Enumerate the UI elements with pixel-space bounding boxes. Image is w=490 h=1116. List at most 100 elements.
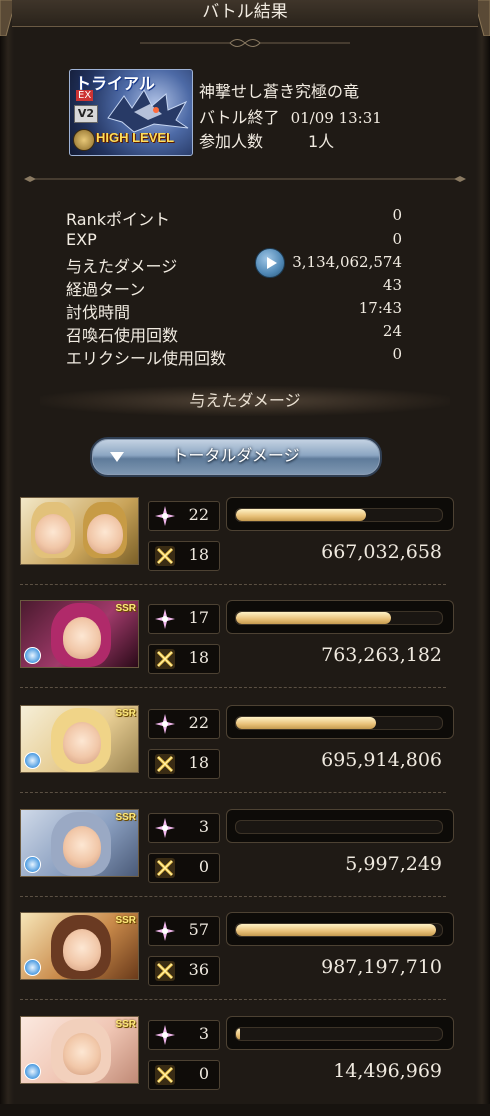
special-count-badge: 0 xyxy=(148,853,220,883)
character-portrait[interactable] xyxy=(20,497,139,565)
sparkle-icon xyxy=(155,818,175,838)
battle-end-line: バトル終了 01/09 13:31 xyxy=(199,104,382,128)
title-ornament xyxy=(140,39,350,47)
damage-bar xyxy=(226,809,454,843)
stat-value-time: 17:43 xyxy=(358,299,402,317)
damage-bar-track xyxy=(235,508,443,522)
rarity-badge: SSR xyxy=(115,915,136,926)
attack-count-badge: 22 xyxy=(148,709,220,739)
character-row[interactable]: SSR 3 0 14,496,969 xyxy=(20,1016,454,1116)
crossed-swords-icon xyxy=(155,754,175,774)
sparkle-icon xyxy=(155,714,175,734)
damage-value: 14,496,969 xyxy=(333,1060,442,1082)
stat-value-damage: 3,134,062,574 xyxy=(292,253,402,271)
attack-count: 22 xyxy=(188,505,209,524)
character-portrait[interactable]: SSR xyxy=(20,912,139,980)
attack-count: 22 xyxy=(188,713,209,732)
participants-value: 1人 xyxy=(308,132,335,151)
special-count: 18 xyxy=(188,648,209,667)
stat-value-rank-points: 0 xyxy=(392,206,402,224)
special-count: 36 xyxy=(188,960,209,979)
stat-label-rank-points: Rankポイント xyxy=(66,210,170,229)
stat-value-exp: 0 xyxy=(392,230,402,248)
character-row[interactable]: SSR 22 18 695,914,806 xyxy=(20,705,454,805)
banner-ex-tag: EX xyxy=(76,90,94,101)
level-emblem-icon xyxy=(73,129,95,151)
character-portrait[interactable]: SSR xyxy=(20,600,139,668)
attack-count: 3 xyxy=(198,817,209,836)
rarity-badge: SSR xyxy=(115,812,136,823)
special-count: 18 xyxy=(188,753,209,772)
character-portrait[interactable]: SSR xyxy=(20,705,139,773)
battle-end-time: 01/09 13:31 xyxy=(290,109,382,127)
page-title: バトル結果 xyxy=(12,0,478,27)
damage-value: 5,997,249 xyxy=(345,853,442,875)
character-face xyxy=(63,1033,101,1075)
damage-bar-fill xyxy=(236,612,391,624)
damage-bar-fill xyxy=(236,717,377,729)
stat-label-time: 討伐時間 xyxy=(66,303,131,322)
damage-value: 987,197,710 xyxy=(321,956,442,978)
attack-count-badge: 3 xyxy=(148,1020,220,1050)
sparkle-icon xyxy=(155,1025,175,1045)
rarity-badge: SSR xyxy=(115,1019,136,1030)
row-divider xyxy=(20,792,446,793)
damage-bar xyxy=(226,497,454,531)
damage-value: 763,263,182 xyxy=(321,644,442,666)
damage-value: 695,914,806 xyxy=(321,749,442,771)
special-count: 0 xyxy=(198,1064,209,1083)
sparkle-icon xyxy=(155,609,175,629)
special-count-badge: 18 xyxy=(148,541,220,571)
sparkle-icon xyxy=(155,921,175,941)
character-row[interactable]: SSR 3 0 5,997,249 xyxy=(20,809,454,909)
character-face xyxy=(35,514,71,554)
character-row[interactable]: 22 18 667,032,658 xyxy=(20,497,454,597)
row-divider xyxy=(20,999,446,1000)
attack-count-badge: 17 xyxy=(148,604,220,634)
attack-count-badge: 57 xyxy=(148,916,220,946)
stat-label-damage: 与えたダメージ xyxy=(66,257,178,276)
water-element-icon xyxy=(24,647,41,664)
battle-end-label: バトル終了 xyxy=(199,108,280,127)
character-face xyxy=(63,617,101,659)
character-row[interactable]: SSR 17 18 763,263,182 xyxy=(20,600,454,700)
character-face xyxy=(63,929,101,971)
attack-count: 3 xyxy=(198,1024,209,1043)
damage-bar-track xyxy=(235,923,443,937)
damage-bar-track xyxy=(235,1027,443,1041)
row-divider xyxy=(20,687,446,688)
participants-label: 参加人数 xyxy=(199,132,264,151)
quest-banner-image: トライアル EX V2 HIGH LEVEL xyxy=(69,69,193,156)
rarity-badge: SSR xyxy=(115,603,136,614)
stat-label-exp: EXP xyxy=(66,230,97,249)
crossed-swords-icon xyxy=(155,546,175,566)
water-element-icon xyxy=(24,856,41,873)
damage-bar-fill xyxy=(236,1028,241,1040)
stat-value-summons: 24 xyxy=(382,322,402,340)
total-damage-dropdown-button[interactable]: トータルダメージ xyxy=(90,437,382,477)
damage-bar xyxy=(226,600,454,634)
row-divider xyxy=(20,584,446,585)
attack-count: 57 xyxy=(188,920,209,939)
banner-level-text: HIGH LEVEL xyxy=(96,130,175,145)
row-divider xyxy=(20,896,446,897)
quest-name: 神撃せし蒼き究極の竜 xyxy=(199,82,360,101)
dropdown-arrow-icon xyxy=(110,452,124,462)
damage-bar-track xyxy=(235,820,443,834)
damage-bar-track xyxy=(235,611,443,625)
stat-value-turns: 43 xyxy=(382,276,402,294)
dragon-icon xyxy=(107,89,189,133)
play-icon[interactable] xyxy=(255,248,285,278)
character-portrait[interactable]: SSR xyxy=(20,809,139,877)
rarity-badge: SSR xyxy=(115,708,136,719)
damage-value: 667,032,658 xyxy=(321,541,442,563)
character-face xyxy=(63,722,101,764)
character-portrait[interactable]: SSR xyxy=(20,1016,139,1084)
damage-bar xyxy=(226,912,454,946)
special-count-badge: 18 xyxy=(148,644,220,674)
character-row[interactable]: SSR 57 36 987,197,710 xyxy=(20,912,454,1012)
stat-label-turns: 経過ターン xyxy=(66,280,146,299)
crossed-swords-icon xyxy=(155,858,175,878)
crossed-swords-icon xyxy=(155,961,175,981)
attack-count-badge: 3 xyxy=(148,813,220,843)
